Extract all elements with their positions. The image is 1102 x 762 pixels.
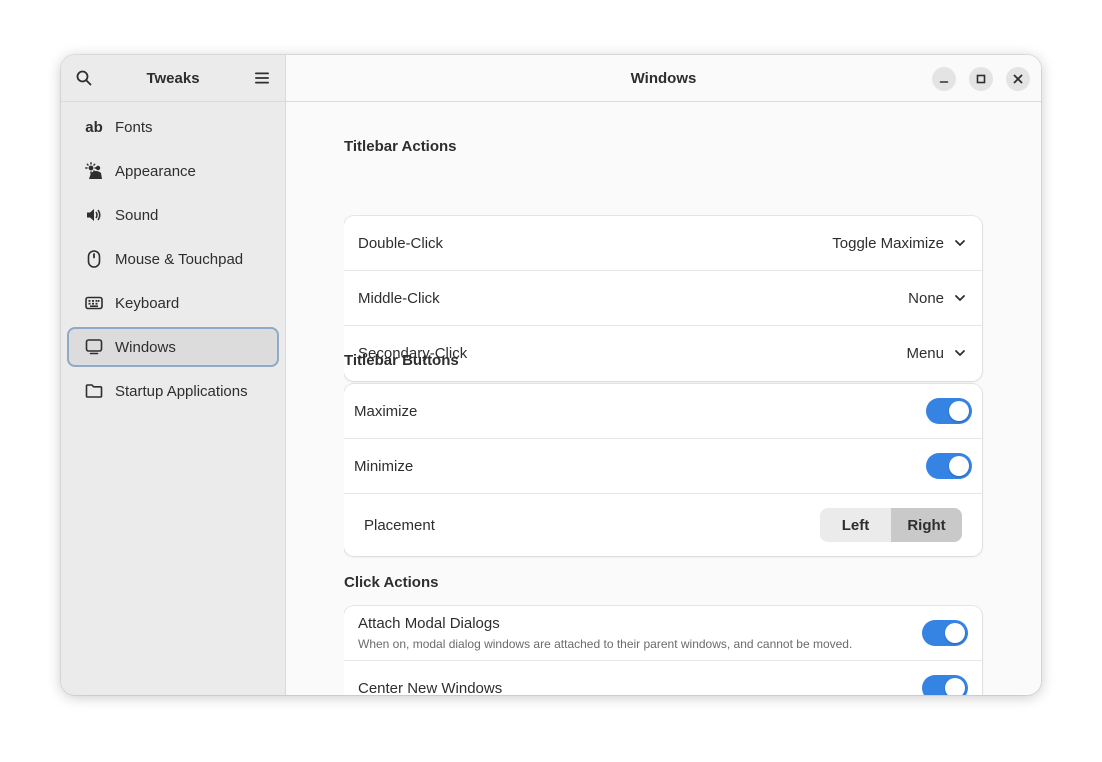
attach-modal-dialogs-row[interactable]: Attach Modal Dialogs When on, modal dial… [344, 606, 982, 661]
middle-click-row[interactable]: Middle-Click None [344, 271, 982, 326]
chevron-down-icon [955, 350, 965, 356]
sidebar-item-fonts[interactable]: ab Fonts [67, 107, 279, 147]
sidebar-item-windows[interactable]: Windows [67, 327, 279, 367]
sidebar-item-label: Startup Applications [115, 382, 248, 400]
click-actions-card: Attach Modal Dialogs When on, modal dial… [344, 606, 982, 695]
speaker-icon [85, 206, 103, 224]
sidebar-item-mouse-touchpad[interactable]: Mouse & Touchpad [67, 239, 279, 279]
attach-modal-dialogs-switch[interactable] [922, 620, 968, 646]
sidebar-item-label: Fonts [115, 118, 153, 136]
chevron-down-icon [955, 240, 965, 246]
minimize-row[interactable]: Minimize [344, 439, 982, 494]
placement-label: Placement [364, 516, 435, 534]
main-header: Windows [286, 55, 1041, 102]
folder-icon [85, 382, 103, 400]
close-button[interactable] [1006, 67, 1030, 91]
placement-toggle-group: Left Right [820, 508, 962, 542]
settings-content[interactable]: Titlebar Actions Double-Click Toggle Max… [344, 102, 984, 695]
maximize-switch[interactable] [926, 398, 972, 424]
double-click-dropdown[interactable]: Toggle Maximize [832, 235, 944, 252]
main-menu-button[interactable] [246, 62, 278, 94]
mouse-icon [85, 250, 103, 268]
sidebar-item-startup-applications[interactable]: Startup Applications [67, 371, 279, 411]
sidebar-item-sound[interactable]: Sound [67, 195, 279, 235]
secondary-click-dropdown[interactable]: Menu [906, 345, 944, 362]
placement-right-button[interactable]: Right [891, 508, 962, 542]
minimize-switch[interactable] [926, 453, 972, 479]
attach-modal-dialogs-label: Attach Modal Dialogs [358, 615, 500, 632]
placement-row: Placement Left Right [344, 494, 982, 556]
sidebar-item-label: Keyboard [115, 294, 180, 312]
keyboard-icon [85, 294, 103, 312]
chevron-down-icon [955, 295, 965, 301]
section-title-titlebar-buttons: Titlebar Buttons [344, 352, 459, 369]
sidebar-item-keyboard[interactable]: Keyboard [67, 283, 279, 323]
middle-click-dropdown[interactable]: None [908, 290, 944, 307]
hamburger-menu-icon [255, 72, 269, 84]
sidebar-item-appearance[interactable]: Appearance [67, 151, 279, 191]
monitor-icon [85, 338, 103, 356]
sidebar-header: Tweaks [61, 55, 285, 102]
center-new-windows-label: Center New Windows [358, 680, 503, 695]
center-new-windows-switch[interactable] [922, 675, 968, 695]
sidebar-title: Tweaks [146, 69, 200, 87]
sidebar-item-label: Mouse & Touchpad [115, 250, 244, 268]
maximize-label: Maximize [354, 402, 418, 420]
maximize-icon [976, 74, 986, 84]
minimize-icon [939, 81, 949, 83]
attach-modal-dialogs-subtitle: When on, modal dialog windows are attach… [358, 637, 853, 651]
switch-knob [945, 678, 965, 695]
minimize-label: Minimize [354, 457, 414, 475]
sidebar-list: ab Fonts Appearance Sound Mouse & Touchp… [67, 107, 279, 415]
center-new-windows-row[interactable]: Center New Windows [344, 661, 982, 695]
tweaks-window: Tweaks ab Fonts Appearance Sound Mouse &… [61, 55, 1041, 695]
switch-knob [949, 401, 969, 421]
sidebar-item-label: Sound [115, 206, 159, 224]
maximize-button[interactable] [969, 67, 993, 91]
switch-knob [949, 456, 969, 476]
appearance-icon [85, 162, 103, 180]
sidebar: Tweaks ab Fonts Appearance Sound Mouse &… [61, 55, 286, 695]
section-title-titlebar-actions: Titlebar Actions [344, 138, 457, 155]
double-click-row[interactable]: Double-Click Toggle Maximize [344, 216, 982, 271]
page-title: Windows [630, 69, 697, 87]
search-icon [76, 70, 92, 86]
close-icon [1013, 74, 1023, 84]
search-button[interactable] [68, 62, 100, 94]
main-panel: Windows Titlebar Actions Double-Click To… [286, 55, 1041, 695]
sidebar-item-label: Windows [115, 338, 176, 356]
middle-click-label: Middle-Click [358, 289, 440, 307]
switch-knob [945, 623, 965, 643]
double-click-label: Double-Click [358, 234, 444, 252]
section-title-click-actions: Click Actions [344, 574, 439, 591]
fonts-icon: ab [85, 118, 103, 136]
titlebar-buttons-card: Maximize Minimize Placement Left Right [344, 384, 982, 556]
minimize-button[interactable] [932, 67, 956, 91]
sidebar-item-label: Appearance [115, 162, 196, 180]
maximize-row[interactable]: Maximize [344, 384, 982, 439]
placement-left-button[interactable]: Left [820, 508, 891, 542]
